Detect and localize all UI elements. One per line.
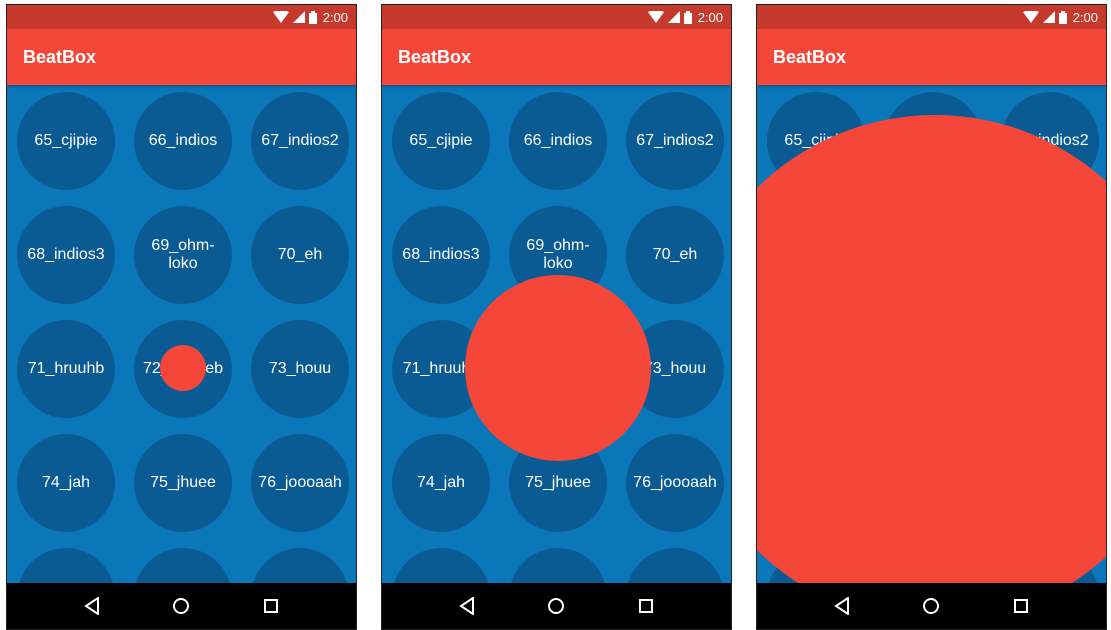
sound-button[interactable]: 76_joooaah (626, 434, 724, 532)
sound-grid-container[interactable]: 65_cjipie66_indios67_indios268_indios369… (757, 85, 1106, 585)
sound-button[interactable]: 65_cjipie (17, 92, 115, 190)
wifi-icon (1022, 11, 1039, 23)
status-bar: 2:00 (7, 5, 356, 29)
recents-icon (264, 599, 279, 613)
signal-icon (667, 11, 680, 23)
phone-screen-2: 2:00 BeatBox 65_cjipie 66_indios 67_indios… (381, 4, 732, 630)
sound-button[interactable]: 66_indios (134, 92, 232, 190)
nav-bar (7, 583, 356, 629)
ripple-effect (160, 345, 206, 391)
app-bar: BeatBox (7, 29, 356, 85)
sound-button[interactable]: 78_kaa (134, 548, 232, 585)
battery-icon (308, 10, 317, 24)
sound-button[interactable]: 79_long (251, 548, 349, 585)
status-time: 2:00 (322, 9, 348, 25)
home-icon (173, 598, 190, 614)
sound-button[interactable]: 73_houu (251, 320, 349, 418)
home-icon (923, 598, 940, 614)
sound-grid-container[interactable]: 65_cjipie66_indios67_indios2 68_indios369… (7, 85, 356, 585)
sound-button[interactable]: 67_indios2 (626, 92, 724, 190)
phone-screen-1: 2:00 BeatBox 65_cjipie 66_indios 67_indios… (6, 4, 357, 630)
app-title: BeatBox (773, 46, 847, 67)
status-icons (1022, 10, 1067, 24)
sound-button[interactable]: 66_indios (509, 92, 607, 190)
sound-grid-container[interactable]: 65_cjipie66_indios67_indios268_indios369… (382, 85, 731, 585)
back-button[interactable] (822, 586, 862, 626)
back-icon (834, 597, 849, 615)
app-title: BeatBox (23, 46, 97, 67)
sound-button[interactable]: 75_jhuee (134, 434, 232, 532)
sound-button[interactable]: 65_cjipie (392, 92, 490, 190)
home-icon (548, 598, 565, 614)
sound-button[interactable]: 68_indios3 (17, 206, 115, 304)
battery-icon (1058, 10, 1067, 24)
home-button[interactable] (161, 586, 201, 626)
sound-button[interactable]: 77_jus (17, 548, 115, 585)
back-button[interactable] (447, 586, 487, 626)
wifi-icon (647, 11, 664, 23)
app-title: BeatBox (398, 46, 472, 67)
sound-button[interactable]: 69_ohm-loko (134, 206, 232, 304)
recents-button[interactable] (251, 586, 291, 626)
nav-bar (757, 583, 1106, 629)
home-button[interactable] (911, 586, 951, 626)
wifi-icon (272, 11, 289, 23)
recents-button[interactable] (1001, 586, 1041, 626)
home-button[interactable] (536, 586, 576, 626)
sound-button[interactable]: 79_long (626, 548, 724, 585)
status-icons (272, 10, 317, 24)
back-icon (459, 597, 474, 615)
sound-button[interactable]: 71_hruuhb (17, 320, 115, 418)
status-bar: 2:00 (382, 5, 731, 29)
sound-button[interactable]: 77_jus (392, 548, 490, 585)
nav-bar (382, 583, 731, 629)
ripple-effect (465, 275, 651, 461)
sound-button[interactable]: 76_joooaah (251, 434, 349, 532)
sound-button[interactable]: 70_eh (626, 206, 724, 304)
ripple-effect (757, 115, 1106, 585)
sound-button[interactable]: 70_eh (251, 206, 349, 304)
battery-icon (683, 10, 692, 24)
sound-button[interactable]: 68_indios3 (392, 206, 490, 304)
status-icons (647, 10, 692, 24)
back-button[interactable] (72, 586, 112, 626)
status-bar: 2:00 (757, 5, 1106, 29)
back-icon (84, 597, 99, 615)
recents-button[interactable] (626, 586, 666, 626)
status-time: 2:00 (697, 9, 723, 25)
recents-icon (1014, 599, 1029, 613)
app-bar: BeatBox (382, 29, 731, 85)
phone-screen-3: 2:00 BeatBox 65_cjipie66_indios67_indios… (756, 4, 1107, 630)
sound-button[interactable]: 74_jah (17, 434, 115, 532)
sound-button[interactable]: 78_kaa (509, 548, 607, 585)
sound-button[interactable]: 74_jah (392, 434, 490, 532)
sound-button[interactable]: 67_indios2 (251, 92, 349, 190)
recents-icon (639, 599, 654, 613)
status-time: 2:00 (1072, 9, 1098, 25)
signal-icon (292, 11, 305, 23)
signal-icon (1042, 11, 1055, 23)
app-bar: BeatBox (757, 29, 1106, 85)
